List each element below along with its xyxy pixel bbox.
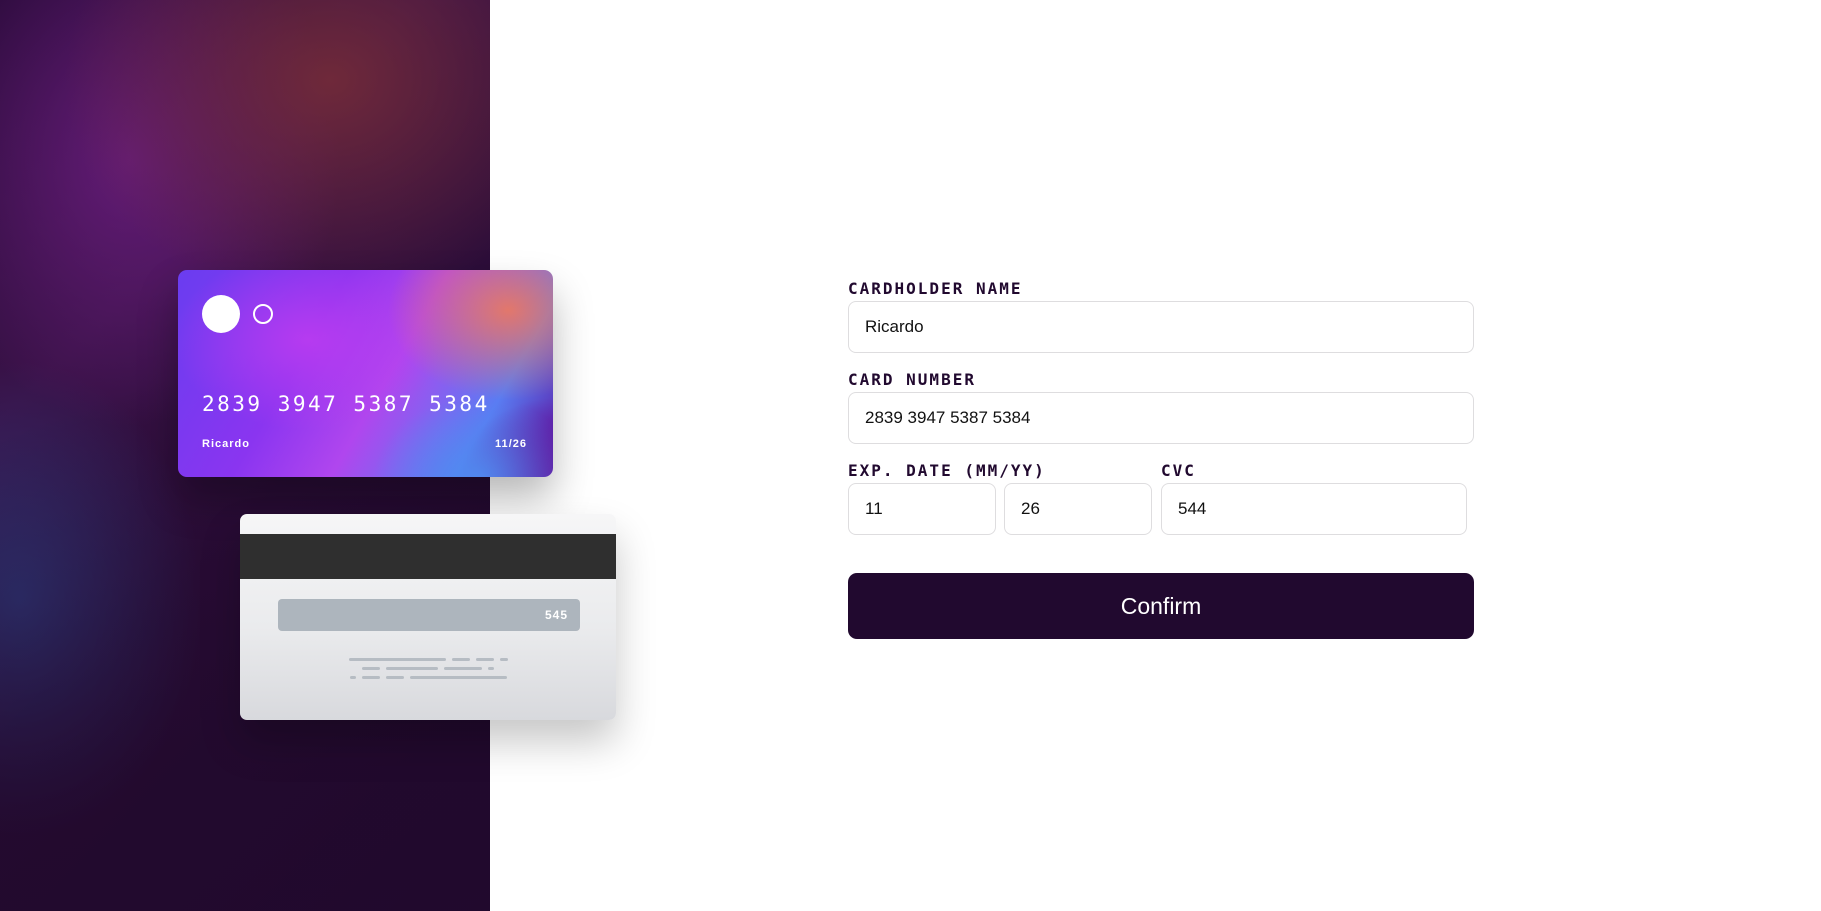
card-number-input[interactable]	[848, 392, 1474, 444]
expiry-year-input[interactable]	[1004, 483, 1152, 535]
cardholder-name-label: CARDHOLDER NAME	[848, 279, 1023, 298]
card-holder-display: Ricardo	[202, 438, 250, 450]
cvc-group: CVC	[1161, 462, 1467, 535]
cardholder-name-group: CARDHOLDER NAME	[848, 280, 1474, 353]
card-logo-filled-circle-icon	[202, 295, 240, 333]
card-back-fine-print	[240, 658, 616, 685]
card-number-group: CARD NUMBER	[848, 371, 1474, 444]
card-expiry-display: 11/26	[495, 438, 527, 450]
confirm-button[interactable]: Confirm	[848, 573, 1474, 639]
expiry-month-input[interactable]	[848, 483, 996, 535]
card-expiry-month: 11	[495, 438, 509, 450]
magnetic-stripe	[240, 534, 616, 579]
card-number-label: CARD NUMBER	[848, 370, 976, 389]
card-number-display: 2839 3947 5387 5384	[202, 392, 490, 416]
expiry-group: EXP. DATE (MM/YY)	[848, 461, 1152, 535]
card-back: 545	[240, 514, 616, 720]
cvc-label: CVC	[1161, 461, 1196, 480]
card-details-form: CARDHOLDER NAME CARD NUMBER EXP. DATE (M…	[848, 280, 1474, 639]
cardholder-name-input[interactable]	[848, 301, 1474, 353]
card-logo-outline-circle-icon	[253, 304, 273, 324]
expiry-cvc-row: EXP. DATE (MM/YY) CVC	[848, 462, 1474, 535]
card-expiry-year: 26	[512, 438, 527, 450]
signature-strip: 545	[278, 599, 580, 631]
cvc-input[interactable]	[1161, 483, 1467, 535]
expiry-date-label: EXP. DATE (MM/YY)	[848, 461, 1046, 480]
card-front: 2839 3947 5387 5384 Ricardo 11/26	[178, 270, 553, 477]
card-cvc-display: 545	[544, 608, 568, 622]
